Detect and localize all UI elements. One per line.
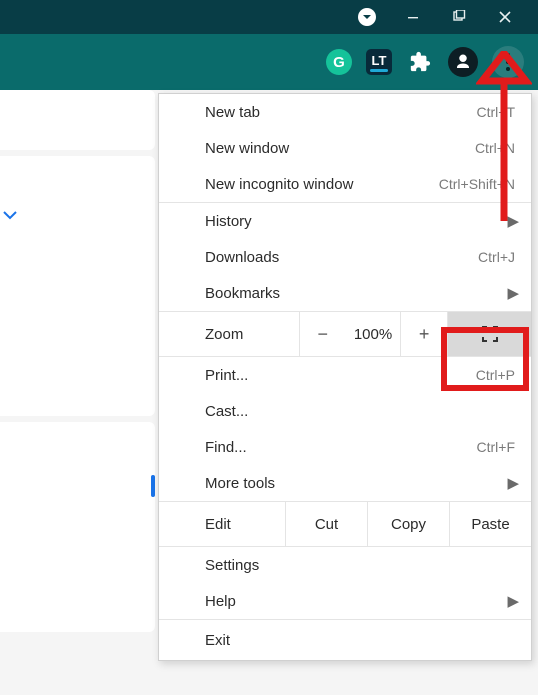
fullscreen-icon bbox=[480, 324, 500, 344]
close-button[interactable] bbox=[482, 0, 528, 34]
menu-shortcut: Ctrl+T bbox=[477, 104, 516, 120]
copy-button[interactable]: Copy bbox=[367, 502, 449, 546]
menu-edit-row: Edit Cut Copy Paste bbox=[159, 501, 531, 547]
paste-button[interactable]: Paste bbox=[449, 502, 531, 546]
background-panel bbox=[0, 156, 155, 416]
expand-chevron-icon[interactable] bbox=[0, 205, 20, 229]
menu-label: Print... bbox=[205, 367, 476, 384]
puzzle-icon bbox=[409, 51, 431, 73]
menu-label: New tab bbox=[205, 104, 477, 121]
browser-toolbar: G LT bbox=[0, 34, 538, 90]
menu-label: Cast... bbox=[205, 403, 515, 420]
menu-zoom-row: Zoom − 100% + bbox=[159, 311, 531, 357]
menu-item-help[interactable]: Help ▶ bbox=[159, 583, 531, 619]
profile-button[interactable] bbox=[448, 47, 478, 77]
dropdown-indicator[interactable] bbox=[344, 0, 390, 34]
chevron-down-circle-icon bbox=[358, 8, 376, 26]
zoom-out-button[interactable]: − bbox=[299, 312, 346, 356]
menu-label: New window bbox=[205, 140, 475, 157]
menu-shortcut: Ctrl+Shift+N bbox=[439, 176, 515, 192]
cut-button[interactable]: Cut bbox=[285, 502, 367, 546]
selection-indicator bbox=[151, 475, 155, 497]
menu-item-downloads[interactable]: Downloads Ctrl+J bbox=[159, 239, 531, 275]
menu-label: History bbox=[205, 213, 515, 230]
menu-label: Exit bbox=[205, 632, 515, 649]
minimize-button[interactable] bbox=[390, 0, 436, 34]
menu-item-more-tools[interactable]: More tools ▶ bbox=[159, 465, 531, 501]
menu-shortcut: Ctrl+N bbox=[475, 140, 515, 156]
wave-underline-icon bbox=[370, 69, 388, 72]
submenu-arrow-icon: ▶ bbox=[507, 474, 519, 492]
menu-item-history[interactable]: History ▶ bbox=[159, 203, 531, 239]
submenu-arrow-icon: ▶ bbox=[507, 284, 519, 302]
background-panel bbox=[0, 90, 155, 150]
submenu-arrow-icon: ▶ bbox=[507, 212, 519, 230]
browser-menu: New tab Ctrl+T New window Ctrl+N New inc… bbox=[158, 93, 532, 661]
menu-label: New incognito window bbox=[205, 176, 439, 193]
menu-item-exit[interactable]: Exit bbox=[159, 620, 531, 660]
maximize-button[interactable] bbox=[436, 0, 482, 34]
menu-shortcut: Ctrl+P bbox=[476, 367, 515, 383]
languagetool-extension-icon[interactable]: LT bbox=[366, 49, 392, 75]
menu-label: Downloads bbox=[205, 249, 478, 266]
menu-label: Help bbox=[205, 593, 515, 610]
zoom-value: 100% bbox=[346, 312, 401, 356]
submenu-arrow-icon: ▶ bbox=[507, 592, 519, 610]
lt-label: LT bbox=[372, 53, 387, 68]
person-icon bbox=[454, 53, 472, 71]
menu-item-cast[interactable]: Cast... bbox=[159, 393, 531, 429]
menu-item-new-window[interactable]: New window Ctrl+N bbox=[159, 130, 531, 166]
fullscreen-button[interactable] bbox=[447, 312, 531, 356]
menu-item-settings[interactable]: Settings bbox=[159, 547, 531, 583]
window-titlebar bbox=[0, 0, 538, 34]
extensions-button[interactable] bbox=[406, 48, 434, 76]
edit-label: Edit bbox=[159, 502, 285, 546]
kebab-menu-button[interactable] bbox=[492, 46, 524, 78]
background-panel bbox=[0, 422, 155, 632]
menu-item-find[interactable]: Find... Ctrl+F bbox=[159, 429, 531, 465]
menu-label: Settings bbox=[205, 557, 515, 574]
menu-item-bookmarks[interactable]: Bookmarks ▶ bbox=[159, 275, 531, 311]
menu-item-new-incognito[interactable]: New incognito window Ctrl+Shift+N bbox=[159, 166, 531, 202]
grammarly-extension-icon[interactable]: G bbox=[326, 49, 352, 75]
zoom-label: Zoom bbox=[159, 326, 299, 343]
menu-label: Find... bbox=[205, 439, 477, 456]
zoom-in-button[interactable]: + bbox=[400, 312, 447, 356]
menu-shortcut: Ctrl+J bbox=[478, 249, 515, 265]
menu-item-print[interactable]: Print... Ctrl+P bbox=[159, 357, 531, 393]
menu-shortcut: Ctrl+F bbox=[477, 439, 516, 455]
menu-item-new-tab[interactable]: New tab Ctrl+T bbox=[159, 94, 531, 130]
menu-label: More tools bbox=[205, 475, 515, 492]
menu-label: Bookmarks bbox=[205, 285, 515, 302]
